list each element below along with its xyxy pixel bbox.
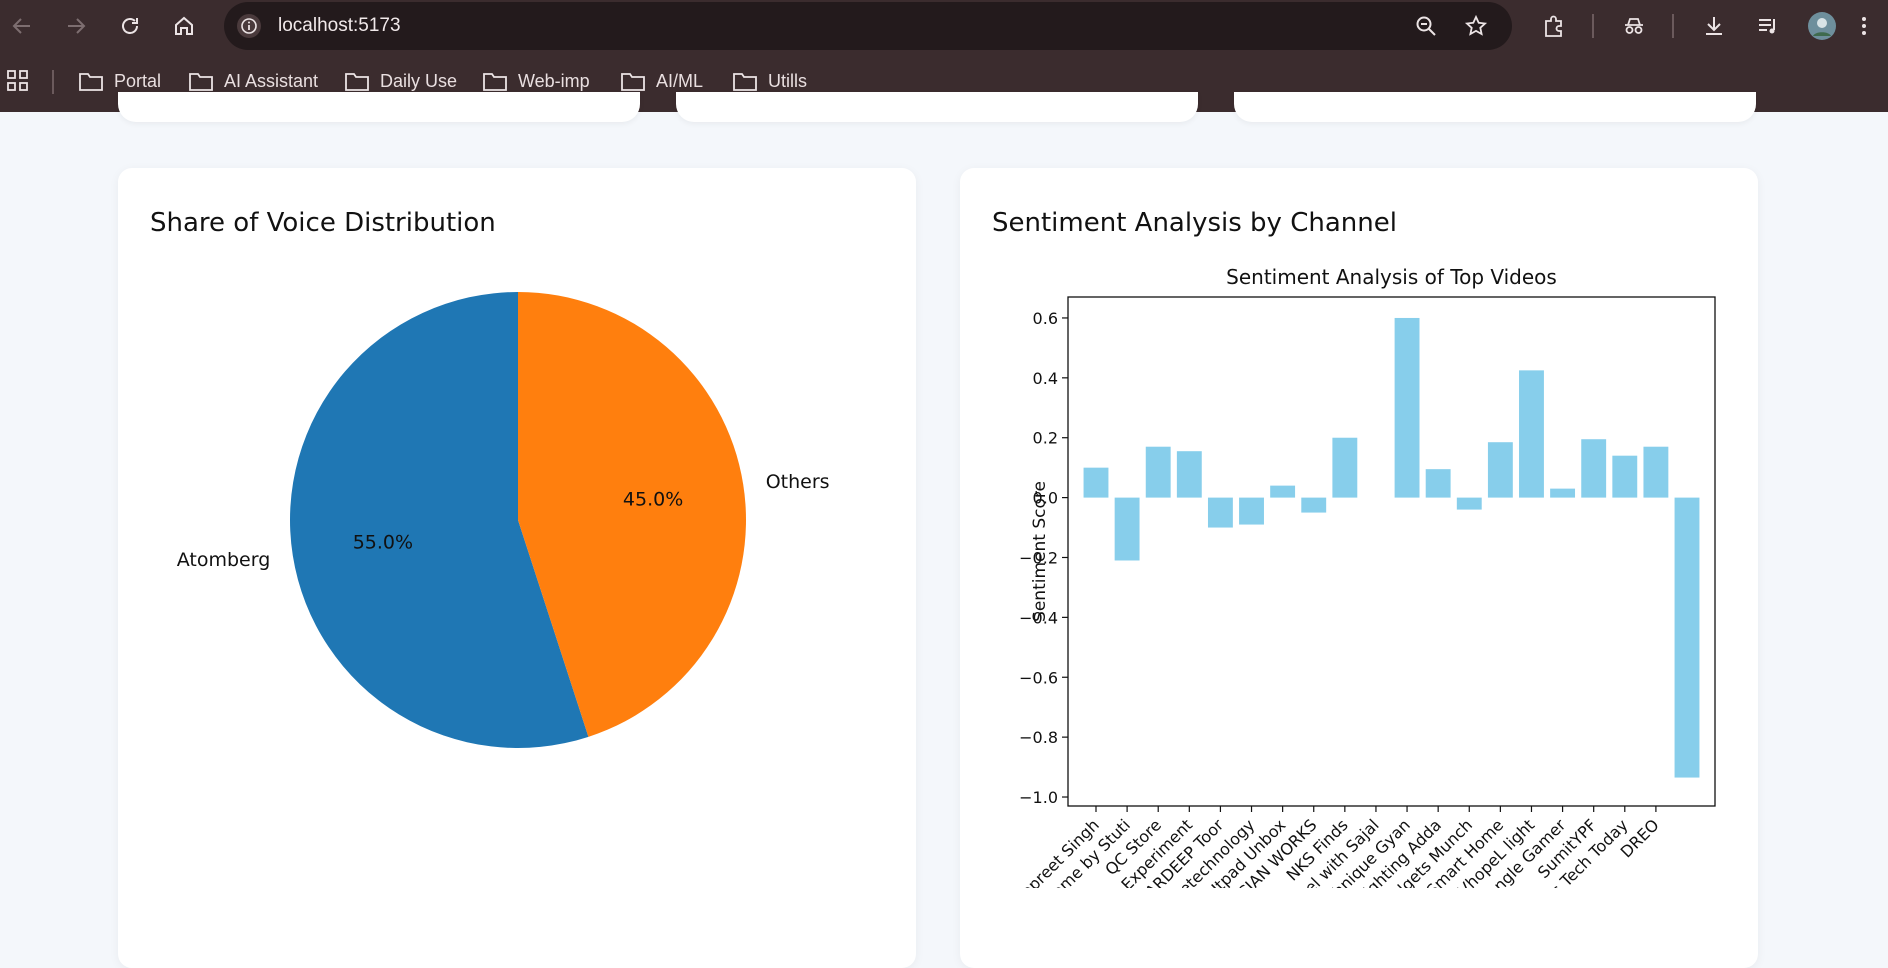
sentiment-bar [1332,437,1358,498]
home-button[interactable] [168,10,200,42]
bookmark-star-icon[interactable] [1464,14,1488,38]
folder-icon [189,73,213,91]
sentiment-bar [1207,497,1233,528]
chart-title: Sentiment Analysis of Top Videos [1226,265,1557,289]
sentiment-bar [1145,446,1171,498]
arrow-left-icon [12,18,30,34]
folder-icon [483,73,507,91]
reload-icon [122,18,138,34]
incognito-icon [1625,18,1643,34]
sentiment-bar [1176,451,1202,498]
y-tick-label: −0.8 [1019,728,1058,747]
summary-card [676,92,1198,122]
profile-avatar[interactable] [1806,10,1838,42]
y-tick-label: −1.0 [1019,788,1058,807]
sentiment-bar [1114,497,1140,561]
zoom-icon[interactable] [1414,14,1438,38]
sentiment-bar [1487,442,1513,498]
sentiment-bar [1581,439,1607,498]
menu-button[interactable] [1852,10,1876,42]
apps-grid-icon [7,70,28,91]
y-tick-label: 0.2 [1033,429,1058,448]
plot-frame [1067,296,1716,807]
share-of-voice-card: Share of Voice Distribution 55.0% Atomber… [118,168,916,968]
pie-value-label: 45.0% [623,489,683,511]
bookmark-label: AI/ML [656,70,704,91]
sentiment-bar [1083,467,1109,498]
kebab-menu-icon [1862,17,1866,35]
apps-button[interactable] [6,66,40,96]
bookmark-label: Utills [768,70,807,91]
browser-toolbar: localhost:5173 [0,0,1888,52]
pie-value-label: 55.0% [353,531,413,553]
bookmark-label: AI Assistant [224,70,319,91]
toolbar-separator [1592,14,1594,38]
avatar-icon [1808,12,1836,40]
folder-icon [79,73,103,91]
y-tick-label: −0.4 [1019,608,1058,627]
download-icon [1706,17,1722,35]
sentiment-bar [1239,497,1264,525]
forward-button[interactable] [60,10,92,42]
bookmark-label: Web-imp [518,70,590,91]
url-text[interactable]: localhost:5173 [278,15,401,37]
downloads-button[interactable] [1698,10,1730,42]
extensions-button[interactable] [1538,10,1570,42]
sentiment-bar [1674,497,1700,778]
folder-icon [345,73,369,91]
sentiment-bar [1394,317,1420,498]
reload-button[interactable] [114,10,146,42]
sentiment-bar [1643,446,1669,498]
y-tick-label: −0.6 [1019,668,1058,687]
y-tick-label: 0.0 [1033,489,1058,508]
folder-icon [733,73,757,91]
bookmark-label: Daily Use [380,70,458,91]
summary-card [118,92,640,122]
sentiment-bar [1456,497,1482,510]
sentiment-bar [1612,455,1638,498]
sentiment-card: Sentiment Analysis by Channel Sentiment … [960,168,1758,968]
sentiment-bar [1550,488,1576,498]
sentiment-bar [1270,485,1296,498]
bookmarks-separator [52,70,54,94]
bookmark-label: Portal [114,70,162,91]
pie-category-label: Others [766,471,830,493]
back-button[interactable] [6,10,38,42]
y-tick-label: −0.2 [1019,548,1058,567]
y-tick-label: 0.6 [1033,309,1058,328]
arrow-right-icon [68,18,86,34]
sentiment-bar [1519,370,1544,498]
sentiment-bar-chart: Sentiment Analysis of Top VideosSentimen… [966,265,1716,888]
sentiment-bar [1301,497,1327,513]
pie-category-label: Atomberg [177,549,271,571]
toolbar-separator [1672,14,1674,38]
home-icon [175,16,193,35]
folder-icon [621,73,645,91]
summary-card [1234,92,1756,122]
puzzle-icon [1545,15,1562,37]
y-tick-label: 0.4 [1033,369,1058,388]
incognito-button[interactable] [1618,10,1650,42]
address-bar[interactable]: localhost:5173 [224,2,1512,50]
media-queue-icon [1759,19,1775,34]
media-button[interactable] [1752,10,1784,42]
share-of-voice-pie-chart: 55.0% Atomberg 45.0% Others [177,292,830,748]
site-info-icon[interactable] [236,13,262,39]
sentiment-bar [1425,469,1451,498]
dashboard-page: Share of Voice Distribution 55.0% Atomber… [0,92,1888,968]
